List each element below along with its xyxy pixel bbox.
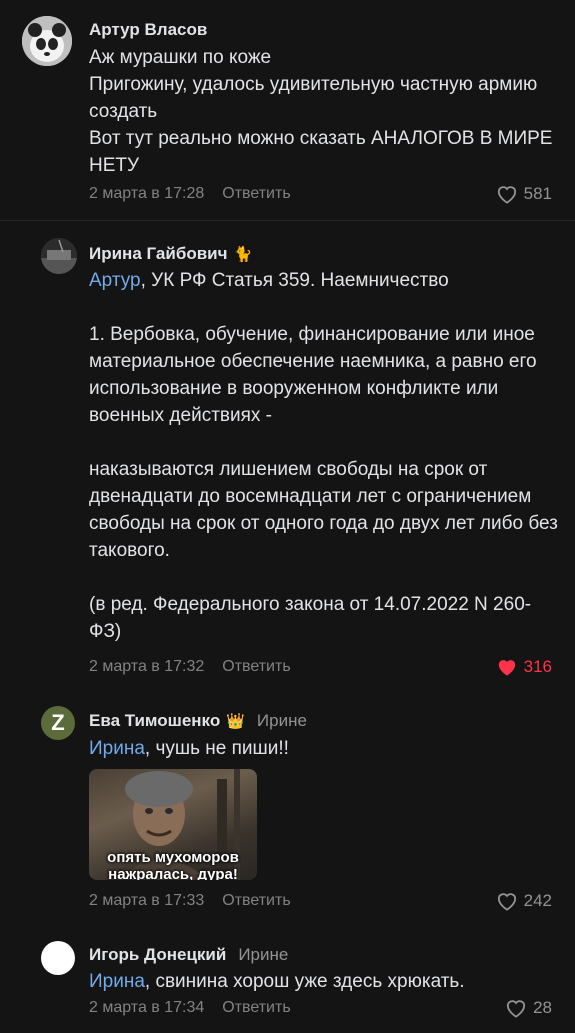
author-row: Ева Тимошенко 👑 Ирине [89,711,307,731]
author-name[interactable]: Игорь Донецкий [89,945,226,965]
reply-button[interactable]: Ответить [222,999,290,1017]
mention-link[interactable]: Ирина [89,738,145,759]
like-button[interactable]: 316 [496,657,552,677]
divider [0,220,575,221]
like-button[interactable]: 28 [505,998,552,1018]
avatar-image [41,238,77,274]
author-name[interactable]: Ирина Гайбович [89,244,227,264]
reply-button[interactable]: Ответить [222,892,290,910]
reply-button[interactable]: Ответить [222,658,290,676]
text-rest: , УК РФ Статья 359. Наемничество [140,270,449,291]
author-name[interactable]: Ева Тимошенко [89,711,220,731]
cat-emoji-icon: 🐈 [233,246,253,263]
meme-caption-2: нажралась, дура! [108,866,238,880]
text-line: Вот тут реально можно сказать АНАЛОГОВ В… [89,128,553,176]
comment-date[interactable]: 2 марта в 17:32 [89,658,204,676]
heart-outline-icon [497,186,516,204]
meme-caption-1: опять мухоморов [107,849,239,866]
comment-text: Аж мурашки по коже Пригожину, удалось уд… [89,44,559,179]
like-button[interactable]: 581 [496,184,552,204]
avatar[interactable] [41,941,75,975]
author-row: Ирина Гайбович 🐈 [89,244,252,264]
avatar[interactable] [22,16,72,66]
comment-meta: 2 марта в 17:32 Ответить [89,658,291,676]
meme-image[interactable]: опять мухоморов нажралась, дура! [89,769,257,880]
avatar-letter: Z [51,710,65,735]
avatar[interactable]: Z [41,706,75,740]
text-line: Аж мурашки по коже [89,47,272,68]
like-count: 581 [523,184,552,203]
paragraph-2: наказываются лишением свободы на срок от… [89,459,558,561]
mention-link[interactable]: Ирина [89,971,145,992]
reply-button[interactable]: Ответить [222,185,290,203]
heart-filled-icon [498,660,515,676]
comment-meta: 2 марта в 17:33 Ответить [89,892,291,910]
crown-emoji-icon: 👑 [226,713,245,730]
comment-meta: 2 марта в 17:28 Ответить [89,185,291,203]
mention-link[interactable]: Артур [89,270,141,291]
text-line: Ирина, чушь не пиши!! [89,735,559,762]
comment-date[interactable]: 2 марта в 17:34 [89,999,204,1017]
text-line: Артур, УК РФ Статья 359. Наемничество [89,267,559,294]
comment-date[interactable]: 2 марта в 17:28 [89,185,204,203]
author-row: Артур Власов [89,20,207,40]
heart-outline-icon [506,1000,526,1018]
like-count: 316 [523,657,552,676]
paragraph-3: (в ред. Федерального закона от 14.07.202… [89,594,532,642]
comment-text: Артур, УК РФ Статья 359. Наемничество 1.… [89,267,559,645]
author-row: Игорь Донецкий Ирине [89,945,288,965]
text-line: Ирина, свинина хорош уже здесь хрюкать. [89,968,559,995]
text-rest: , свинина хорош уже здесь хрюкать. [144,971,465,992]
comment-text: Ирина, свинина хорош уже здесь хрюкать. [89,968,559,995]
avatar[interactable] [41,238,77,274]
comment-text: Ирина, чушь не пиши!! [89,735,559,762]
like-button[interactable]: 242 [496,891,552,911]
heart-outline-icon [497,893,516,911]
comment-meta: 2 марта в 17:34 Ответить [89,999,291,1017]
author-name[interactable]: Артур Власов [89,20,207,40]
paragraph-1: 1. Вербовка, обучение, финансирование ил… [89,324,537,426]
reply-to-label[interactable]: Ирине [257,711,307,731]
like-count: 28 [533,998,552,1017]
comment-date[interactable]: 2 марта в 17:33 [89,892,204,910]
avatar-image [22,16,72,66]
reply-to-label[interactable]: Ирине [238,945,288,965]
text-rest: , чушь не пиши!! [144,738,289,759]
like-count: 242 [523,891,552,910]
text-line: Пригожину, удалось удивительную частную … [89,74,538,122]
